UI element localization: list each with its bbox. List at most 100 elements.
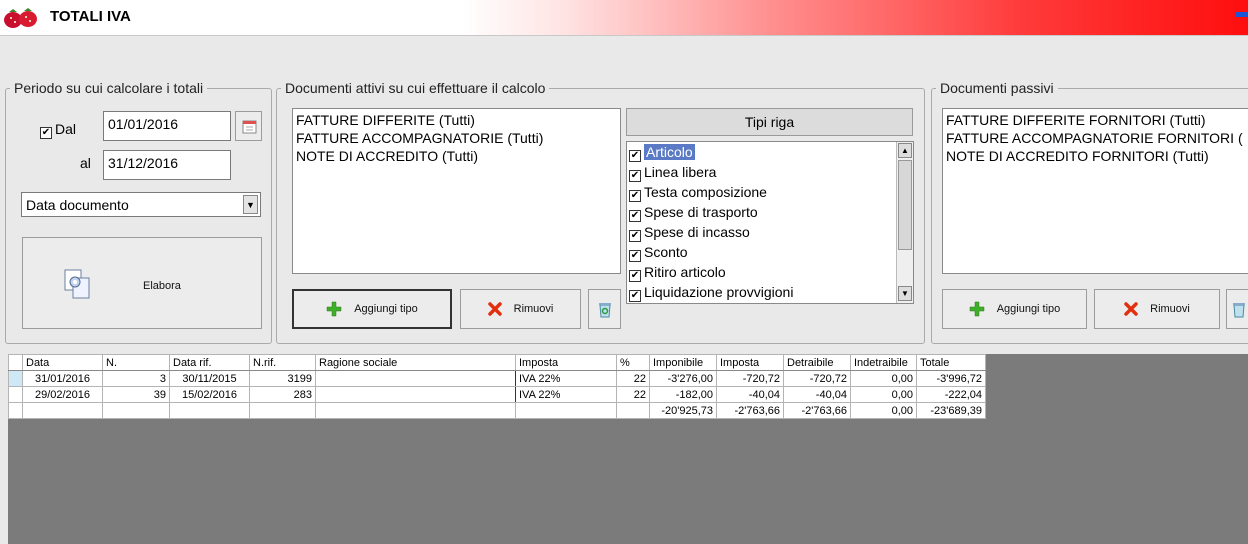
- dal-checkbox[interactable]: ✔ Dal: [40, 121, 76, 139]
- table-cell[interactable]: 283: [249, 386, 316, 403]
- table-cell[interactable]: -3'996,72: [916, 370, 986, 387]
- list-item[interactable]: ✔ Spese di incasso: [627, 222, 913, 242]
- table-row[interactable]: 31/01/2016 3 30/11/2015 3199 IVA 22% 22 …: [8, 370, 986, 387]
- table-cell[interactable]: IVA 22%: [515, 370, 617, 387]
- list-item[interactable]: NOTE DI ACCREDITO FORNITORI (Tutti): [946, 147, 1248, 165]
- checkmark-icon[interactable]: ✔: [629, 210, 641, 222]
- column-header[interactable]: Indetraibile: [850, 354, 917, 371]
- scrollbar[interactable]: ▲ ▼: [896, 142, 913, 303]
- table-cell[interactable]: -2'763,66: [783, 402, 851, 419]
- scroll-down-icon[interactable]: ▼: [898, 286, 912, 301]
- column-header[interactable]: N.rif.: [249, 354, 316, 371]
- table-cell[interactable]: [616, 402, 650, 419]
- list-item[interactable]: ✔ Sconto: [627, 242, 913, 262]
- table-cell[interactable]: IVA 22%: [515, 386, 617, 403]
- table-cell[interactable]: [315, 370, 516, 387]
- table-cell[interactable]: -23'689,39: [916, 402, 986, 419]
- elabora-button[interactable]: Elabora: [22, 237, 262, 329]
- table-cell[interactable]: 3: [102, 370, 170, 387]
- table-cell[interactable]: [315, 386, 516, 403]
- table-cell[interactable]: 29/02/2016: [22, 386, 103, 403]
- column-header[interactable]: N.: [102, 354, 170, 371]
- list-item[interactable]: NOTE DI ACCREDITO (Tutti): [296, 147, 617, 165]
- column-header[interactable]: Imponibile: [649, 354, 717, 371]
- table-cell[interactable]: [22, 402, 103, 419]
- tipi-riga-list[interactable]: ✔ Articolo ✔ Linea libera ✔ Testa composizi…: [626, 141, 914, 304]
- calendar-button[interactable]: [235, 111, 262, 141]
- scroll-thumb[interactable]: [898, 160, 912, 250]
- passivi-aggiungi-button[interactable]: Aggiungi tipo: [942, 289, 1087, 329]
- table-cell[interactable]: 0,00: [850, 386, 917, 403]
- row-indicator[interactable]: [8, 386, 23, 403]
- chevron-down-icon[interactable]: ▼: [243, 195, 258, 214]
- column-header[interactable]: Imposta: [515, 354, 617, 371]
- table-cell[interactable]: -20'925,73: [649, 402, 717, 419]
- checkmark-icon[interactable]: ✔: [629, 150, 641, 162]
- column-header[interactable]: Data: [22, 354, 103, 371]
- column-header[interactable]: %: [616, 354, 650, 371]
- checkmark-icon[interactable]: ✔: [629, 250, 641, 262]
- scroll-up-icon[interactable]: ▲: [898, 143, 912, 158]
- passivi-list[interactable]: FATTURE DIFFERITE FORNITORI (Tutti) FATT…: [942, 108, 1248, 274]
- column-header[interactable]: Detraibile: [783, 354, 851, 371]
- attivi-rimuovi-button[interactable]: Rimuovi: [460, 289, 581, 329]
- list-item[interactable]: ✔ Ritiro articolo: [627, 262, 913, 282]
- table-cell[interactable]: [102, 402, 170, 419]
- checkmark-icon[interactable]: ✔: [629, 230, 641, 242]
- list-item[interactable]: FATTURE DIFFERITE (Tutti): [296, 111, 617, 129]
- table-cell[interactable]: [169, 402, 250, 419]
- totali-table[interactable]: Data N. Data rif. N.rif. Ragione sociale…: [8, 354, 986, 419]
- table-cell[interactable]: -40,04: [783, 386, 851, 403]
- table-cell[interactable]: -720,72: [716, 370, 784, 387]
- table-cell[interactable]: 0,00: [850, 370, 917, 387]
- checkmark-icon[interactable]: ✔: [629, 170, 641, 182]
- checkmark-icon[interactable]: ✔: [629, 190, 641, 202]
- attivi-aggiungi-button[interactable]: Aggiungi tipo: [292, 289, 452, 329]
- table-cell[interactable]: [249, 402, 316, 419]
- column-header[interactable]: Ragione sociale: [315, 354, 516, 371]
- table-cell[interactable]: -40,04: [716, 386, 784, 403]
- column-header[interactable]: Data rif.: [169, 354, 250, 371]
- table-cell[interactable]: [515, 402, 617, 419]
- list-item[interactable]: ✔ Liquidazione provvigioni: [627, 282, 913, 302]
- table-cell[interactable]: 30/11/2015: [169, 370, 250, 387]
- table-cell[interactable]: 22: [616, 386, 650, 403]
- table-cell[interactable]: -3'276,00: [649, 370, 717, 387]
- list-item[interactable]: ✔ Linea libera: [627, 162, 913, 182]
- table-cell[interactable]: 3199: [249, 370, 316, 387]
- list-item[interactable]: ✔ Spese di trasporto: [627, 202, 913, 222]
- calendar-icon: [242, 120, 257, 134]
- row-indicator[interactable]: [8, 370, 23, 387]
- list-item[interactable]: ✔ Articolo: [627, 142, 913, 162]
- checkmark-icon[interactable]: ✔: [629, 290, 641, 302]
- attivi-recycle-button[interactable]: [588, 289, 621, 329]
- table-total-row[interactable]: -20'925,73 -2'763,66 -2'763,66 0,00 -23'…: [8, 402, 986, 419]
- dal-date-input[interactable]: 01/01/2016: [103, 111, 231, 141]
- passivi-recycle-button[interactable]: [1226, 289, 1248, 329]
- table-cell[interactable]: -222,04: [916, 386, 986, 403]
- table-cell[interactable]: 15/02/2016: [169, 386, 250, 403]
- passivi-legend: Documenti passivi: [940, 80, 1054, 96]
- checkmark-icon[interactable]: ✔: [629, 270, 641, 282]
- tipo-data-select[interactable]: Data documento ▼: [21, 192, 261, 217]
- table-cell[interactable]: 22: [616, 370, 650, 387]
- list-item[interactable]: ✔ Testa composizione: [627, 182, 913, 202]
- attivi-list[interactable]: FATTURE DIFFERITE (Tutti) FATTURE ACCOMP…: [292, 108, 621, 274]
- minimize-icon[interactable]: [1236, 12, 1248, 17]
- table-cell[interactable]: -2'763,66: [716, 402, 784, 419]
- column-header[interactable]: Imposta: [716, 354, 784, 371]
- table-cell[interactable]: 31/01/2016: [22, 370, 103, 387]
- table-cell[interactable]: -182,00: [649, 386, 717, 403]
- table-cell[interactable]: -720,72: [783, 370, 851, 387]
- table-cell[interactable]: [315, 402, 516, 419]
- column-header[interactable]: Totale: [916, 354, 986, 371]
- list-item[interactable]: FATTURE DIFFERITE FORNITORI (Tutti): [946, 111, 1248, 129]
- al-date-input[interactable]: 31/12/2016: [103, 150, 231, 180]
- table-cell[interactable]: 0,00: [850, 402, 917, 419]
- table-row[interactable]: 29/02/2016 39 15/02/2016 283 IVA 22% 22 …: [8, 386, 986, 403]
- passivi-rimuovi-button[interactable]: Rimuovi: [1094, 289, 1220, 329]
- table-cell[interactable]: 39: [102, 386, 170, 403]
- list-item[interactable]: FATTURE ACCOMPAGNATORIE (Tutti): [296, 129, 617, 147]
- row-indicator[interactable]: [8, 402, 23, 419]
- list-item[interactable]: FATTURE ACCOMPAGNATORIE FORNITORI (: [946, 129, 1248, 147]
